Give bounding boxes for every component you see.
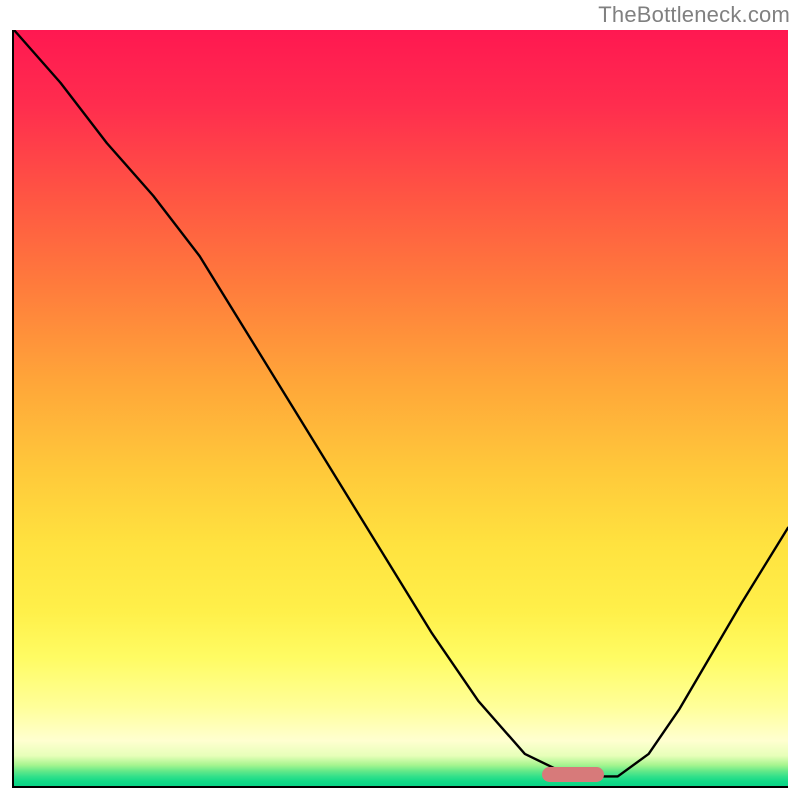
optimal-marker	[542, 767, 604, 782]
gradient-background	[14, 30, 788, 786]
chart-container: TheBottleneck.com	[0, 0, 800, 800]
watermark-text: TheBottleneck.com	[598, 2, 790, 28]
plot-area	[12, 30, 788, 788]
